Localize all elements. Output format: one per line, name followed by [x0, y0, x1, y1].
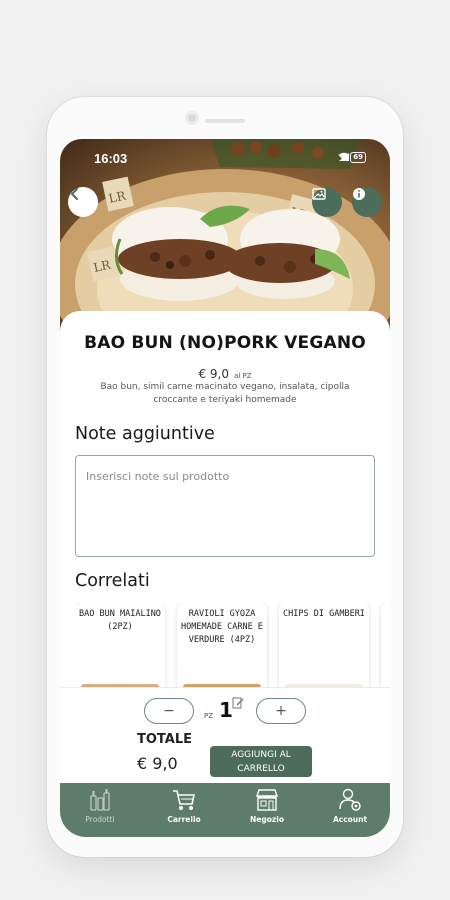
- tab-products[interactable]: Prodotti: [65, 787, 135, 833]
- status-time: 16:03: [94, 151, 128, 166]
- add-to-cart-panel: − PZ 1 + TOTALE € 9,0 AGGIUNGI AL CARREL…: [60, 687, 390, 787]
- related-product-name: BAO BUN MAIALINO (2PZ): [79, 609, 161, 632]
- related-product-card[interactable]: BAO BUN MAIALINO (2PZ): [75, 602, 165, 692]
- add-to-cart-label: AGGIUNGI AL CARRELLO: [231, 750, 291, 774]
- product-detail-sheet: BAO BUN (NO)PORK VEGANO € 9,0 al PZ Bao …: [60, 311, 390, 692]
- related-products-carousel[interactable]: BAO BUN MAIALINO (2PZ) RAVIOLI GYOZA HOM…: [75, 602, 390, 692]
- total-value: € 9,0: [137, 754, 178, 773]
- app-screen: LR LR LR 16:03: [60, 139, 390, 837]
- bao-photo-illustration: LR LR LR: [60, 139, 390, 339]
- user-settings-icon: [339, 788, 361, 811]
- front-camera: [185, 111, 199, 125]
- battery-level: 69: [353, 153, 363, 161]
- tab-account-label: Account: [332, 815, 368, 824]
- notes-heading: Note aggiuntive: [75, 424, 215, 444]
- related-heading: Correlati: [75, 571, 150, 591]
- bottles-icon: [90, 789, 110, 811]
- store-icon: [256, 789, 278, 811]
- tab-cart[interactable]: Carrello: [149, 787, 219, 833]
- image-icon: [312, 188, 326, 200]
- related-product-name: RAVIOLI GYOZA HOMEMADE CARNE E VERDURE (…: [181, 609, 263, 645]
- tab-store-label: Negozio: [250, 815, 284, 824]
- tab-account[interactable]: Account: [315, 787, 385, 833]
- status-bar: 16:03 69: [60, 151, 390, 167]
- decrease-quantity-button[interactable]: −: [144, 698, 194, 724]
- battery-icon: 69: [350, 152, 366, 163]
- info-icon: [353, 188, 365, 200]
- total-label: TOTALE: [137, 732, 193, 747]
- quantity-unit: PZ: [204, 712, 214, 720]
- chevron-left-icon: [70, 188, 78, 200]
- tab-products-label: Prodotti: [85, 815, 115, 824]
- quantity-value: 1: [219, 698, 233, 722]
- notes-input[interactable]: [75, 455, 375, 557]
- info-button[interactable]: [352, 187, 382, 217]
- product-description: Bao bun, simil carne macinato vegano, in…: [100, 382, 350, 405]
- related-product-card-partial[interactable]: [381, 602, 390, 692]
- product-price: € 9,0: [198, 367, 229, 381]
- product-title: BAO BUN (NO)PORK VEGANO: [84, 333, 366, 353]
- tab-cart-label: Carrello: [167, 815, 201, 824]
- cart-icon: [173, 790, 195, 810]
- product-price-unit: al PZ: [234, 372, 252, 380]
- gallery-button[interactable]: [312, 187, 342, 217]
- bottom-tab-bar: Prodotti Carrello Negozio Account: [60, 783, 390, 837]
- earpiece-speaker: [205, 119, 245, 123]
- back-button[interactable]: [68, 187, 98, 217]
- related-product-card[interactable]: RAVIOLI GYOZA HOMEMADE CARNE E VERDURE (…: [177, 602, 267, 692]
- edit-note-icon[interactable]: [232, 694, 244, 713]
- related-product-name: CHIPS DI GAMBERI: [283, 609, 365, 619]
- status-icons: 69: [338, 152, 366, 163]
- product-hero-image: LR LR LR 16:03: [60, 139, 390, 339]
- related-product-card[interactable]: CHIPS DI GAMBERI: [279, 602, 369, 692]
- add-to-cart-button[interactable]: AGGIUNGI AL CARRELLO: [210, 746, 312, 777]
- product-price-row: € 9,0 al PZ: [60, 363, 390, 382]
- increase-quantity-button[interactable]: +: [256, 698, 306, 724]
- tab-store[interactable]: Negozio: [232, 787, 302, 833]
